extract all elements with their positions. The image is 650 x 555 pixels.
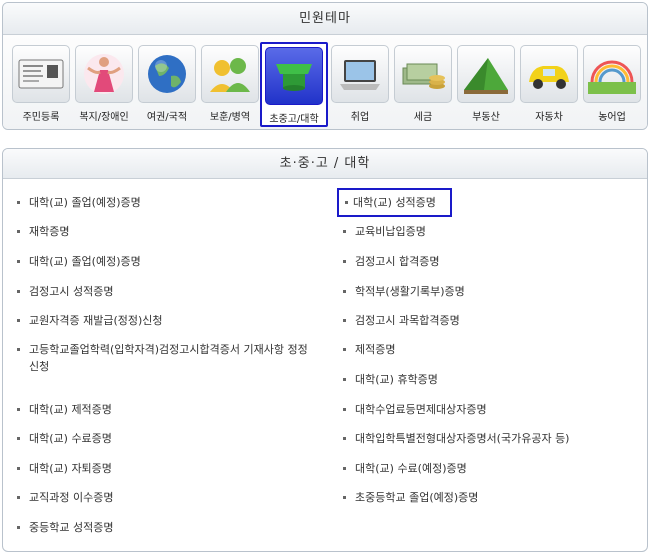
service-link[interactable]: 대학(교) 제적증명 xyxy=(15,401,112,418)
theme-tax[interactable]: 세금 xyxy=(391,45,455,127)
theme-real-estate[interactable]: 부동산 xyxy=(454,45,518,127)
service-link[interactable]: 대학입학특별전형대상자증명서(국가유공자 등) xyxy=(341,430,569,447)
theme-label: 자동차 xyxy=(535,112,563,123)
theme-label: 세금 xyxy=(413,112,433,123)
theme-label: 농어업 xyxy=(598,112,626,123)
service-link[interactable]: 중등학교 성적증명 xyxy=(15,519,113,536)
theme-resident-registration[interactable]: 주민등록 xyxy=(9,45,73,127)
service-link[interactable]: 제적증명 xyxy=(341,341,395,358)
globe-icon xyxy=(138,45,196,103)
service-link[interactable]: 검정고시 과목합격증명 xyxy=(341,312,460,329)
service-link[interactable]: 재학증명 xyxy=(15,223,69,240)
service-link[interactable]: 교원자격증 재발급(정정)신청 xyxy=(15,312,163,329)
money-icon xyxy=(394,45,452,103)
theme-passport[interactable]: 여권/국적 xyxy=(135,45,199,127)
theme-veterans[interactable]: 보훈/병역 xyxy=(198,45,262,127)
theme-label: 부동산 xyxy=(472,112,500,123)
service-link[interactable]: 대학(교) 졸업(예정)증명 xyxy=(15,253,141,270)
service-link[interactable]: 대학(교) 휴학증명 xyxy=(341,371,438,388)
car-icon xyxy=(520,45,578,103)
theme-label: 취업 xyxy=(350,112,370,123)
theme-employment[interactable]: 취업 xyxy=(328,45,392,127)
theme-label: 여권/국적 xyxy=(146,112,188,123)
service-link[interactable]: 교육비납입증명 xyxy=(341,223,426,240)
rainbow-field-icon xyxy=(583,45,641,103)
service-link-highlighted[interactable]: 대학(교) 성적증명 xyxy=(337,188,452,217)
list-panel-title: 초·중·고 / 대학 xyxy=(3,149,647,179)
theme-welfare[interactable]: 복지/장애인 xyxy=(72,45,136,127)
welfare-icon xyxy=(75,45,133,103)
theme-label: 주민등록 xyxy=(22,112,60,123)
theme-label: 초중고/대학 xyxy=(269,114,319,125)
theme-school-university[interactable]: 초중고/대학 xyxy=(260,42,328,127)
laptop-icon xyxy=(331,45,389,103)
service-link[interactable]: 대학(교) 자퇴증명 xyxy=(15,460,112,477)
service-link[interactable]: 학적부(생활기록부)증명 xyxy=(341,283,465,300)
graduation-cap-icon xyxy=(265,47,323,105)
service-link[interactable]: 검정고시 합격증명 xyxy=(341,253,439,270)
service-link[interactable]: 검정고시 성적증명 xyxy=(15,283,113,300)
theme-panel-title: 민원테마 xyxy=(3,3,647,35)
service-link[interactable]: 대학수업료등면제대상자증명 xyxy=(341,401,487,418)
veterans-icon xyxy=(201,45,259,103)
service-link[interactable]: 교직과정 이수증명 xyxy=(15,489,113,506)
service-link[interactable]: 대학(교) 수료증명 xyxy=(15,430,112,447)
land-icon xyxy=(457,45,515,103)
id-card-icon xyxy=(12,45,70,103)
service-link[interactable]: 초중등학교 졸업(예정)증명 xyxy=(341,489,478,506)
civil-service-theme-panel: 민원테마 주민등록 복지/장애인 여권/국적 보훈/병역 초중고/대학 취업 세… xyxy=(2,2,648,130)
service-link[interactable]: 고등학교졸업학력(입학자격)검정고시합격증서 기재사항 정정신청 xyxy=(15,341,315,375)
theme-label: 복지/장애인 xyxy=(79,112,129,123)
service-link[interactable]: 대학(교) 졸업(예정)증명 xyxy=(15,194,141,211)
theme-agriculture-fishery[interactable]: 농어업 xyxy=(580,45,644,127)
school-university-service-list: 초·중·고 / 대학 대학(교) 졸업(예정)증명 재학증명 대학(교) 졸업(… xyxy=(2,148,648,552)
theme-icon-row: 주민등록 복지/장애인 여권/국적 보훈/병역 초중고/대학 취업 세금 부동산… xyxy=(3,35,647,129)
service-link[interactable]: 대학(교) 수료(예정)증명 xyxy=(341,460,467,477)
theme-automobile[interactable]: 자동차 xyxy=(517,45,581,127)
theme-label: 보훈/병역 xyxy=(209,112,251,123)
